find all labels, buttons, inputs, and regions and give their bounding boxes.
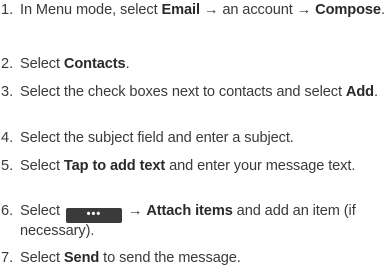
- ui-term: Tap to add text: [63, 158, 166, 174]
- step-text-fragment: Select: [20, 250, 64, 266]
- step-text-fragment: Select: [20, 158, 64, 174]
- step-number: 3.: [1, 84, 14, 100]
- step-text-fragment: In Menu mode, select: [20, 2, 162, 18]
- ui-term: Add: [345, 84, 374, 100]
- step-text: In Menu mode, select Email → an account …: [20, 2, 385, 19]
- step-text: Select Tap to add text and enter your me…: [20, 158, 385, 175]
- ui-term: Contacts: [63, 56, 126, 72]
- step-text: Select Contacts.: [20, 56, 385, 73]
- step-number: 1.: [1, 2, 14, 18]
- step-text: Select Send to send the message.: [20, 250, 385, 267]
- step-text-fragment: → an account →: [199, 2, 316, 18]
- step-text-fragment: .: [373, 84, 378, 100]
- ui-term: Compose: [315, 2, 381, 18]
- step-text-fragment: Select: [20, 203, 64, 219]
- step-number: 7.: [1, 250, 14, 266]
- step-number: 5.: [1, 158, 14, 174]
- ui-term: Email: [161, 2, 200, 18]
- step-text-fragment: to send the message.: [99, 250, 241, 266]
- more-options-icon: •••: [65, 208, 122, 223]
- step-number: 6.: [1, 203, 14, 219]
- step-text-fragment: .: [125, 56, 130, 72]
- ui-term: Attach items: [146, 203, 233, 219]
- step-text-fragment: →: [123, 203, 147, 219]
- step-text: Select the subject field and enter a sub…: [20, 130, 385, 147]
- step-text-fragment: Select the check boxes next to contacts …: [20, 84, 346, 100]
- step-text: Select the check boxes next to contacts …: [20, 84, 385, 101]
- step-text-fragment: Select the subject field and enter a sub…: [20, 130, 294, 146]
- ui-term: Send: [63, 250, 100, 266]
- step-text: Select ••• → Attach items and add an ite…: [20, 203, 385, 240]
- step-number: 2.: [1, 56, 14, 72]
- step-text-fragment: .: [380, 2, 385, 18]
- step-text-fragment: Select: [20, 56, 64, 72]
- step-number: 4.: [1, 130, 14, 146]
- step-text-fragment: and enter your message text.: [165, 158, 356, 174]
